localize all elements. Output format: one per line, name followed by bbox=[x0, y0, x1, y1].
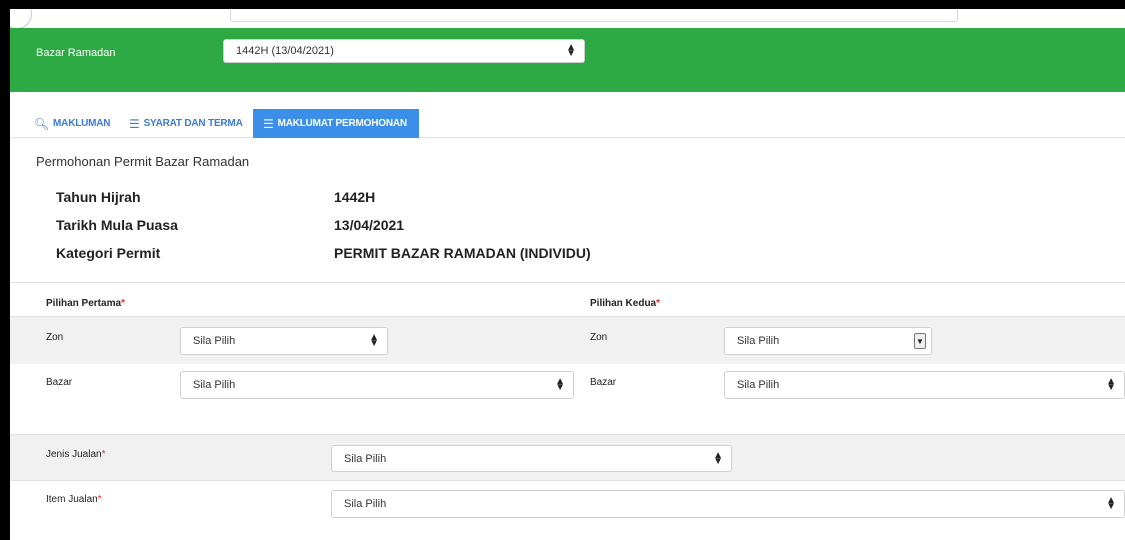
item-jualan-select-value: Sila Pilih bbox=[344, 498, 387, 510]
zon-select-first-value: Sila Pilih bbox=[193, 335, 236, 347]
tab-bar: 🔍︎ MAKLUMAN ☰ SYARAT DAN TERMA ☰ MAKLUMA… bbox=[10, 109, 1125, 138]
bazar-select-first-value: Sila Pilih bbox=[193, 379, 236, 391]
pilihan-pertama-text: Pilihan Pertama bbox=[46, 298, 122, 309]
tarikh-mula-puasa-value: 13/04/2021 bbox=[334, 217, 405, 233]
item-jualan-label: Item Jualan* bbox=[46, 494, 102, 505]
top-search-input[interactable] bbox=[230, 9, 958, 22]
kategori-permit-label: Kategori Permit bbox=[56, 245, 161, 261]
tab-syarat-label: SYARAT DAN TERMA bbox=[143, 118, 243, 129]
required-mark: * bbox=[101, 449, 106, 460]
jenis-jualan-label: Jenis Jualan* bbox=[46, 449, 106, 460]
pilihan-kedua-text: Pilihan Kedua bbox=[590, 298, 657, 309]
section-divider bbox=[10, 480, 1125, 481]
tahun-hijrah-label: Tahun Hijrah bbox=[56, 189, 141, 205]
tab-makluman[interactable]: 🔍︎ MAKLUMAN bbox=[34, 109, 111, 138]
pilihan-pertama-heading: Pilihan Pertama* bbox=[46, 298, 125, 309]
zon-label-first: Zon bbox=[46, 332, 64, 343]
required-mark: * bbox=[121, 298, 125, 309]
list-icon: ☰ bbox=[263, 116, 274, 131]
chevron-down-icon[interactable]: ▼ bbox=[914, 333, 926, 349]
bazar-select-first[interactable]: Sila Pilih ▲ ▼ bbox=[180, 371, 574, 399]
program-select[interactable]: 1442H (13/04/2021) ▲ ▼ bbox=[223, 39, 585, 63]
item-jualan-text: Item Jualan bbox=[46, 494, 98, 505]
program-header: Bazar Ramadan 1442H (13/04/2021) ▲ ▼ bbox=[10, 28, 1125, 92]
zon-select-second-value: Sila Pilih bbox=[737, 335, 780, 347]
search-icon: 🔍︎ bbox=[34, 116, 50, 131]
sort-arrows-icon: ▲ ▼ bbox=[369, 332, 379, 349]
tahun-hijrah-value: 1442H bbox=[334, 189, 376, 205]
item-jualan-select[interactable]: Sila Pilih ▲ ▼ bbox=[331, 490, 1125, 518]
top-left-decoration bbox=[10, 9, 32, 29]
zon-select-first[interactable]: Sila Pilih ▲ ▼ bbox=[180, 327, 388, 355]
list-icon: ☰ bbox=[129, 116, 140, 131]
sort-arrows-icon: ▲ ▼ bbox=[1106, 495, 1116, 512]
page-title: Permohonan Permit Bazar Ramadan bbox=[36, 154, 250, 169]
zon-select-second[interactable]: Sila Pilih ▼ bbox=[724, 327, 932, 355]
required-mark: * bbox=[656, 298, 661, 309]
tab-makluman-label: MAKLUMAN bbox=[53, 118, 111, 129]
bazar-select-second[interactable]: Sila Pilih ▲ ▼ bbox=[724, 371, 1125, 399]
sort-arrows-icon: ▲ ▼ bbox=[566, 42, 576, 59]
bazar-label-second: Bazar bbox=[590, 377, 617, 388]
page-viewport: Bazar Ramadan 1442H (13/04/2021) ▲ ▼ 🔍︎ M… bbox=[10, 9, 1125, 540]
top-bar bbox=[10, 9, 1125, 29]
bazar-select-second-value: Sila Pilih bbox=[737, 379, 780, 391]
pilihan-kedua-heading: Pilihan Kedua* bbox=[590, 298, 660, 309]
zon-label-second: Zon bbox=[590, 332, 608, 343]
sort-arrows-icon: ▲ ▼ bbox=[713, 449, 723, 467]
tab-maklumat-label: MAKLUMAT PERMOHONAN bbox=[277, 118, 408, 129]
tab-maklumat-permohonan[interactable]: ☰ MAKLUMAT PERMOHONAN bbox=[253, 109, 419, 138]
required-mark: * bbox=[97, 494, 102, 505]
section-divider bbox=[10, 282, 1125, 283]
zon-row bbox=[10, 317, 1125, 364]
program-select-value: 1442H (13/04/2021) bbox=[236, 45, 334, 57]
tarikh-mula-puasa-label: Tarikh Mula Puasa bbox=[56, 217, 178, 233]
kategori-permit-value: PERMIT BAZAR RAMADAN (INDIVIDU) bbox=[334, 245, 591, 261]
jenis-jualan-select-value: Sila Pilih bbox=[344, 452, 387, 465]
jenis-jualan-text: Jenis Jualan bbox=[46, 449, 102, 460]
program-label: Bazar Ramadan bbox=[36, 47, 116, 59]
jenis-jualan-select[interactable]: Sila Pilih ▲ ▼ bbox=[331, 445, 732, 472]
bazar-label-first: Bazar bbox=[46, 377, 73, 388]
sort-arrows-icon: ▲ ▼ bbox=[555, 376, 565, 393]
sort-arrows-icon: ▲ ▼ bbox=[1106, 376, 1116, 393]
tab-syarat-dan-terma[interactable]: ☰ SYARAT DAN TERMA bbox=[129, 109, 243, 138]
